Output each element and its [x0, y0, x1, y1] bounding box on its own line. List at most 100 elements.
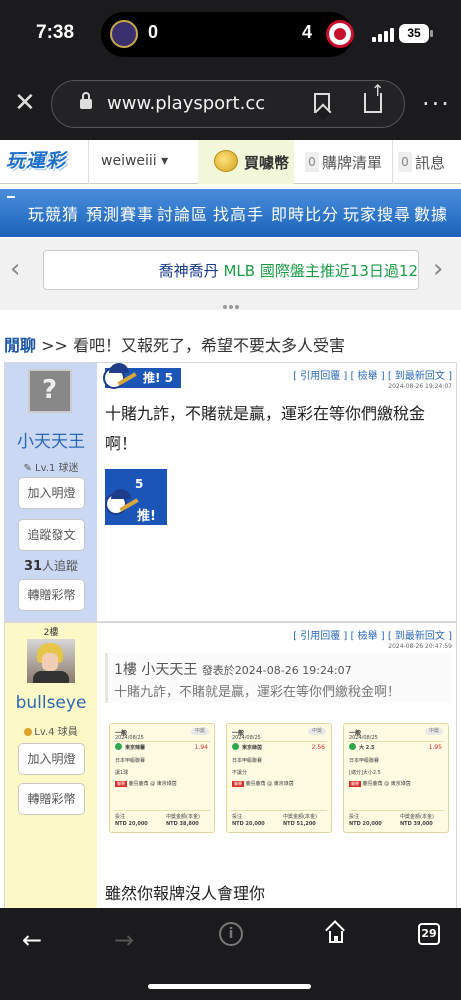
message-count: 0 — [398, 152, 412, 172]
divider — [114, 810, 210, 811]
post-action-links[interactable]: [ 引用回覆 ] [ 檢舉 ] [ 到最新回文 ] — [293, 371, 452, 382]
divider — [392, 140, 393, 184]
lock-icon — [80, 92, 92, 110]
menu-dot-icon — [7, 196, 15, 198]
follow-count-number: 31 — [23, 559, 43, 574]
share-arrow-icon[interactable]: ↑ — [371, 83, 384, 99]
push-label: 推! — [137, 509, 156, 524]
ticket-bet-type: 讓1球 — [115, 770, 129, 776]
menu-item-predict[interactable]: 預測賽事 — [86, 201, 154, 225]
thread-title-text: 看吧！又報死了，希望不要太多人受害 — [73, 336, 346, 355]
author-name[interactable]: 小天天王 — [5, 427, 97, 452]
menu-item-guess[interactable]: 玩競猜 — [28, 201, 79, 225]
buy-coins-label[interactable]: 買噱幣 — [244, 152, 289, 173]
add-lamp-button[interactable]: 加入明燈 — [18, 477, 85, 509]
bet-ticket[interactable]: 一般 2024/08/25 中獎 大 2.5 1.95 日本甲級聯賽 [總分]大… — [343, 723, 449, 833]
post-actions[interactable]: [ 引用回覆 ] [ 檢舉 ] [ 到最新回文 ] 2024-08-26 19:2… — [293, 367, 452, 390]
ticket-tag: 聯賽 — [115, 781, 127, 787]
ticket-match-text: 鹿島鹿角 @ 東京綠茵 — [245, 781, 294, 787]
banner-box[interactable]: 喬神喬丹 MLB 國際盤主推近13日過12 — [43, 250, 419, 290]
team-logo-icon — [110, 20, 138, 48]
add-lamp-button[interactable]: 加入明燈 — [18, 743, 85, 775]
push-button[interactable]: 5 推! — [105, 469, 167, 525]
ticket-stake: NTD 20,000 — [232, 821, 265, 827]
banner-expert-name[interactable]: 喬神喬丹 — [159, 262, 219, 280]
url-text[interactable]: www.playsport.cc — [107, 93, 265, 114]
thread-category[interactable]: 閒聊 — [4, 336, 36, 355]
ticket-odds: 2.56 — [311, 744, 325, 751]
carousel-pager[interactable] — [222, 294, 240, 313]
menu-item-live-score[interactable]: 即時比分 — [271, 201, 339, 225]
gift-coins-button[interactable]: 轉贈彩幣 — [18, 783, 85, 815]
bet-ticket[interactable]: 一般 2024/08/25 中獎 東京綠茵 2.56 日本甲級聯賽 不讓分 聯賽… — [226, 723, 332, 833]
main-menu: 玩競猜 預測賽事 討論區 找高手 即時比分 玩家搜尋 數據 — [0, 189, 461, 237]
menu-item-forum[interactable]: 討論區 — [157, 201, 208, 225]
ticket-match-text: 鹿島鹿角 @ 東京綠茵 — [128, 781, 177, 787]
messages-link[interactable]: 訊息 — [415, 152, 445, 173]
battery-cap — [430, 30, 433, 37]
ticket-payout-label: 中獎金額(本金) — [400, 814, 434, 820]
tabs-icon[interactable]: 29 — [418, 923, 440, 945]
close-icon[interactable]: ✕ — [14, 88, 36, 118]
ticket-stake: NTD 20,000 — [349, 821, 382, 827]
post-timestamp: 2024-08-26 20:47:59 — [388, 643, 452, 650]
site-header: 玩運彩 weiweiii ▾ 買噱幣 0 購牌清單 0 訊息 — [0, 140, 461, 184]
coin-icon — [214, 150, 238, 172]
back-arrow-icon[interactable]: ← — [22, 926, 42, 954]
dynamic-island[interactable] — [101, 12, 353, 57]
divider — [114, 741, 210, 742]
status-time: 7:38 — [36, 22, 75, 43]
banner-promo[interactable]: MLB 國際盤主推近13日過12 — [219, 262, 418, 280]
banner-carousel: ‹ 喬神喬丹 MLB 國際盤主推近13日過12 › — [0, 238, 461, 310]
divider — [231, 741, 327, 742]
follow-posts-button[interactable]: 追蹤發文 — [18, 519, 85, 551]
avatar[interactable] — [27, 639, 75, 683]
menu-item-data[interactable]: 數據 — [414, 201, 448, 225]
avatar[interactable] — [28, 369, 72, 413]
user-menu[interactable]: weiweiii ▾ — [101, 153, 168, 169]
post-actions[interactable]: [ 引用回覆 ] [ 檢舉 ] [ 到最新回文 ] 2024-08-26 20:4… — [293, 627, 452, 650]
site-logo[interactable]: 玩運彩 — [6, 146, 74, 176]
ticket-odds: 1.94 — [194, 744, 208, 751]
team-logo-icon — [326, 20, 354, 48]
ticket-match-text: 鹿島鹿角 @ 東京綠茵 — [362, 781, 411, 787]
ticket-league: 日本甲級聯賽 — [349, 758, 380, 764]
bet-ticket[interactable]: 一般 2024/08/25 中獎 東京辣蕾 1.94 日本甲級聯賽 讓1球 聯賽… — [109, 723, 215, 833]
home-icon[interactable] — [325, 920, 345, 944]
post-timestamp: 2024-08-26 19:24:07 — [388, 383, 452, 390]
gift-coins-button[interactable]: 轉贈彩幣 — [18, 579, 85, 611]
author-name[interactable]: bullseye — [5, 693, 97, 713]
post-2: 2樓 bullseye Lv.4 球員 加入明燈 轉贈彩幣 [ 引用回覆 ] [… — [4, 622, 457, 922]
left-score: 0 — [148, 22, 159, 42]
ticket-stake-label: 投注 — [115, 814, 126, 820]
ticket-stake: NTD 20,000 — [115, 821, 148, 827]
level-icon — [24, 728, 33, 736]
quote-text: 十賭九詐，不賭就是贏，運彩在等你們繳稅金啊！ — [114, 685, 401, 700]
chevron-right-icon[interactable]: › — [433, 254, 443, 284]
more-icon[interactable]: ··· — [422, 90, 451, 118]
ticket-league: 日本甲級聯賽 — [115, 758, 146, 764]
home-indicator[interactable] — [148, 984, 311, 989]
menu-item-player-search[interactable]: 玩家搜尋 — [343, 201, 411, 225]
ticket-tag: 聯賽 — [232, 781, 244, 787]
info-icon[interactable]: i — [219, 922, 243, 946]
bookmark-icon[interactable] — [314, 93, 330, 113]
ticket-payout: NTD 39,000 — [400, 821, 433, 827]
chevron-left-icon[interactable]: ‹ — [10, 254, 20, 284]
cart-link[interactable]: 購牌清單 — [322, 152, 382, 173]
divider — [348, 810, 444, 811]
forward-arrow-icon[interactable]: → — [114, 926, 134, 954]
ticket-status: 中獎 — [308, 728, 326, 735]
menu-item-experts[interactable]: 找高手 — [213, 201, 264, 225]
check-icon — [232, 743, 239, 750]
ticket-pick: 大 2.5 — [359, 745, 375, 751]
divider — [88, 140, 89, 184]
right-score: 4 — [302, 22, 313, 42]
banner-text[interactable]: 喬神喬丹 MLB 國際盤主推近13日過12 — [159, 260, 418, 281]
quote-time: 發表於2024-08-26 19:24:07 — [201, 664, 352, 677]
floor-number: 2樓 — [43, 628, 59, 638]
status-bar: 7:38 0 4 35 — [0, 0, 461, 68]
post-action-links[interactable]: [ 引用回覆 ] [ 檢舉 ] [ 到最新回文 ] — [293, 631, 452, 642]
ticket-match: 聯賽 鹿島鹿角 @ 東京綠茵 — [349, 780, 411, 787]
check-icon — [349, 743, 356, 750]
